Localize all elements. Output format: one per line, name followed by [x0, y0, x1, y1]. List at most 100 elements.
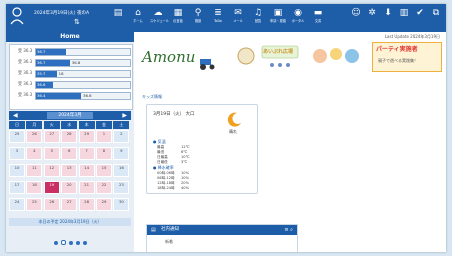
banner-kids[interactable] — [308, 42, 364, 70]
banner-character[interactable]: あいぷれ広場 — [232, 42, 302, 70]
calendar-day[interactable]: 2 — [113, 130, 130, 143]
toolbar-label: ホーム — [133, 19, 143, 23]
toolbar-label: 回覧 — [254, 19, 262, 23]
calendar-day[interactable]: 27 — [61, 198, 78, 211]
meter-value: 36.7 — [37, 60, 46, 65]
pin-button[interactable]: ⚲ 施設 — [190, 7, 206, 29]
banner3-title: パーティ実施者 — [376, 46, 418, 53]
user-settings-button[interactable]: ☺ — [348, 7, 364, 29]
calendar-day[interactable]: 25 — [9, 130, 25, 143]
calendar-day[interactable]: 7 — [78, 147, 95, 160]
calendar-day[interactable]: 30 — [113, 198, 130, 211]
meter-value: 36.6 — [37, 82, 46, 87]
calendar-day[interactable]: 14 — [78, 164, 95, 177]
calendar-day[interactable]: 26 — [43, 198, 60, 211]
calendar-icon: ▦ — [173, 8, 183, 18]
weather-row-label: 18時-24時 — [157, 186, 175, 190]
weather-row-value: 20% — [181, 181, 189, 185]
toolbar-label: 申請・稟議 — [270, 19, 286, 23]
calendar-day[interactable]: 12 — [43, 164, 60, 177]
mail-button[interactable]: ✉ メール — [230, 7, 246, 29]
calendar-day[interactable]: 27 — [43, 130, 60, 143]
character-illustration — [237, 45, 299, 67]
kids-illustration — [313, 48, 359, 63]
bell-button[interactable]: ♫ 回覧 — [250, 7, 266, 29]
calendar-day[interactable]: 3 — [9, 147, 25, 160]
globe-button[interactable]: ◉ ポータル — [290, 7, 306, 29]
calendar-day[interactable]: 23 — [113, 181, 130, 194]
pager-dot[interactable] — [53, 241, 58, 245]
refresh-icon[interactable]: ⇅ — [74, 18, 80, 26]
document-button[interactable]: ▤ — [110, 7, 126, 29]
pager-dot[interactable] — [82, 241, 87, 245]
calendar-day[interactable]: 4 — [26, 147, 43, 160]
toolbar-label: 文書 — [314, 19, 322, 23]
chevron-left-icon[interactable]: ◀ — [13, 111, 18, 120]
calendar-day[interactable]: 5 — [43, 147, 60, 160]
menu-search-icon[interactable]: ≡ ⌕ — [284, 225, 293, 235]
calendar-day[interactable]: 16 — [113, 164, 130, 177]
weather-row-label: 12時-18時 — [157, 181, 175, 185]
grid-icon: ▣ — [273, 8, 283, 18]
pager-dot[interactable] — [68, 241, 73, 245]
toolbar-label: 伝言板 — [173, 19, 183, 23]
weather-row-value: 10℃ — [181, 155, 190, 159]
list-button[interactable]: ≣ ToDo — [210, 7, 226, 29]
chat-button[interactable]: ☁ スケジュール — [150, 7, 169, 29]
sidebar: Home 受 36.3 36.7 受 36.3 36.7 36.8 受 36.3 35.7 1… — [6, 32, 134, 252]
folder-button[interactable]: ▬ 文書 — [310, 7, 326, 29]
meter-label: 受 36.3 — [18, 70, 33, 75]
banner-party[interactable]: パーティ実施者 親子で遊べる実践集！ — [372, 42, 442, 72]
calendar-day[interactable]: 1 — [96, 130, 112, 143]
calendar-day[interactable]: 19 — [43, 181, 60, 194]
download-button[interactable]: ⬇ — [380, 7, 396, 29]
calendar-day[interactable]: 11 — [26, 164, 43, 177]
meter-label: 受 36.3 — [18, 48, 33, 53]
calendar-dow: 日 — [9, 121, 25, 129]
calendar-day[interactable]: 15 — [96, 164, 112, 177]
gear-button[interactable]: ✲ — [364, 7, 380, 29]
calendar-dow: 月 — [26, 121, 43, 129]
pager — [6, 240, 134, 247]
sidebar-title: Home — [6, 32, 134, 42]
user-icon — [10, 7, 24, 25]
user-settings-icon: ☺ — [351, 8, 361, 18]
pager-dot[interactable] — [75, 241, 80, 245]
calendar-day[interactable]: 6 — [61, 147, 78, 160]
notice-row[interactable]: 新着 — [165, 239, 173, 245]
calendar-day[interactable]: 28 — [61, 130, 78, 143]
calendar-day[interactable]: 20 — [61, 181, 78, 194]
calendar-day[interactable]: 25 — [26, 198, 43, 211]
calendar-day[interactable]: 10 — [9, 164, 25, 177]
calendar-button[interactable]: ▦ 伝言板 — [170, 7, 186, 29]
calendar-day[interactable]: 9 — [113, 147, 130, 160]
globe-icon: ◉ — [294, 8, 302, 18]
chevron-right-icon[interactable]: ▶ — [122, 111, 127, 120]
amonu-logo-text: Amonu — [142, 48, 196, 66]
toolbar-label: ToDo — [214, 19, 222, 23]
network-button[interactable]: ⧉ — [428, 7, 444, 29]
calendar-day[interactable]: 17 — [9, 181, 25, 194]
calendar-day[interactable]: 22 — [96, 181, 112, 194]
calendar-day[interactable]: 13 — [61, 164, 78, 177]
calendar-day[interactable]: 8 — [96, 147, 112, 160]
grid-button[interactable]: ▣ 申請・稟議 — [270, 7, 286, 29]
meter-row: 受 36.3 35.7 18 — [12, 69, 131, 78]
calendar-day[interactable]: 21 — [78, 181, 95, 194]
calendar-day[interactable]: 29 — [78, 130, 95, 143]
calendar-day[interactable]: 28 — [78, 198, 95, 211]
weather-row-value: 3℃ — [181, 160, 188, 164]
amonu-logo[interactable]: Amonu — [142, 40, 222, 74]
toolbar-label: ポータル — [291, 19, 305, 23]
pager-dot-active[interactable] — [60, 240, 66, 245]
calendar-day[interactable]: 18 — [26, 181, 43, 194]
home-button[interactable]: ⌂ ホーム — [130, 7, 146, 29]
calendar-day[interactable]: 26 — [26, 130, 43, 143]
meter-row: 受 36.3 36.6 — [12, 80, 131, 89]
mail-icon: ✉ — [234, 8, 242, 18]
calendar-dow: 木 — [78, 121, 95, 129]
calendar-day[interactable]: 24 — [9, 198, 25, 211]
check-button[interactable]: ✔ — [412, 7, 428, 29]
calendar-day[interactable]: 29 — [96, 198, 112, 211]
clipboard-button[interactable]: ▥ — [396, 7, 412, 29]
